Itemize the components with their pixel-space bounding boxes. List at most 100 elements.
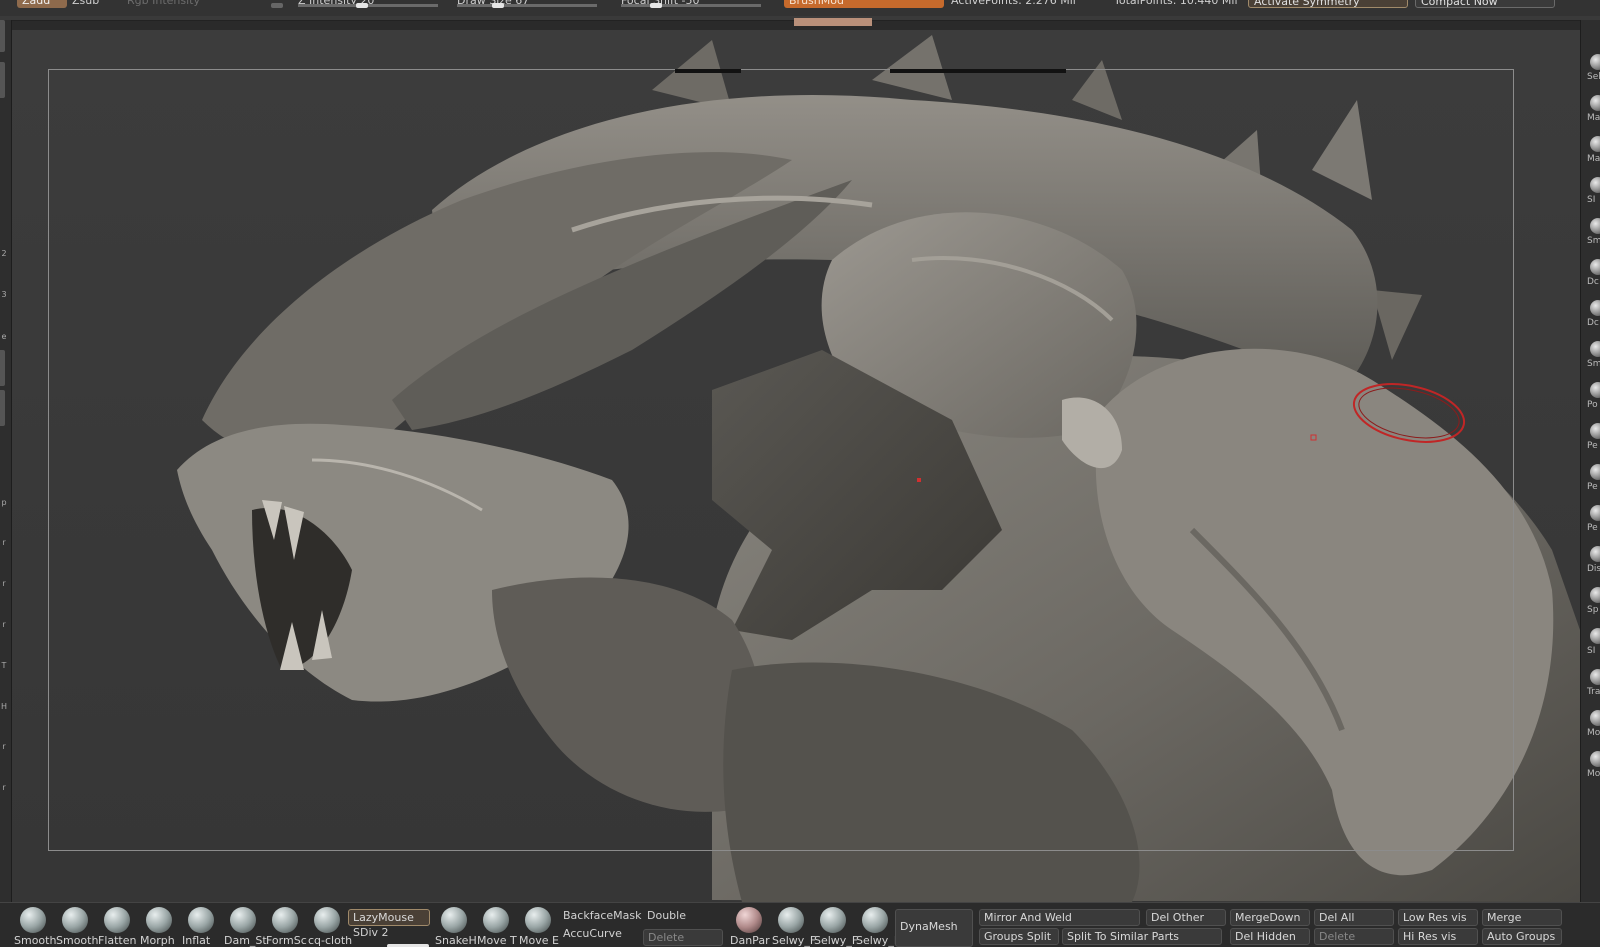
brush-slot[interactable]: Inflat bbox=[180, 907, 222, 947]
brush-slot[interactable]: Flatten bbox=[96, 907, 138, 947]
brush-label: Selwy_F bbox=[772, 934, 816, 947]
left-tray-char: H bbox=[0, 702, 7, 711]
z-intensity-knob[interactable] bbox=[356, 3, 368, 8]
left-tray[interactable]: 2 3 e p r r r T H r r bbox=[0, 20, 12, 902]
sphere-icon[interactable] bbox=[1590, 54, 1600, 70]
zsub-button[interactable]: Zsub bbox=[72, 0, 99, 8]
selwy-brush-icon bbox=[820, 907, 846, 933]
left-tray-char: e bbox=[1, 332, 7, 341]
right-shelf: Sel Ma Ma SI Sm Dc Dc Sm Po Pe Pe Pe Dis Sp SI Tra Mo Mo bbox=[1580, 20, 1600, 902]
canvas-viewport[interactable] bbox=[12, 30, 1580, 902]
brush-slot[interactable]: FormSc bbox=[264, 907, 307, 947]
del-all-button[interactable]: Del All bbox=[1314, 909, 1394, 926]
brush-slot[interactable]: Smooth bbox=[54, 907, 98, 947]
sphere-icon[interactable] bbox=[1590, 423, 1600, 439]
brush-slot[interactable]: Move T bbox=[475, 907, 517, 947]
compact-now-button[interactable]: Compact Now bbox=[1415, 0, 1555, 8]
brush-label: Move E bbox=[519, 934, 559, 947]
brush-slot[interactable]: cq-cloth bbox=[306, 907, 352, 947]
left-tray-tab[interactable] bbox=[0, 62, 5, 98]
selwy-brush-icon bbox=[778, 907, 804, 933]
draw-size-track[interactable] bbox=[457, 4, 597, 7]
focal-shift-track[interactable] bbox=[621, 4, 761, 7]
rgb-intensity-knob[interactable] bbox=[271, 3, 283, 8]
sphere-icon[interactable] bbox=[1590, 505, 1600, 521]
sphere-icon[interactable] bbox=[1590, 218, 1600, 234]
formsculpt-brush-icon bbox=[272, 907, 298, 933]
merge-button[interactable]: Merge bbox=[1482, 909, 1562, 926]
dynamesh-button[interactable]: DynaMesh bbox=[895, 909, 973, 947]
brush-slot[interactable]: DanPar bbox=[728, 907, 770, 947]
sphere-icon[interactable] bbox=[1590, 751, 1600, 767]
draw-size-knob[interactable] bbox=[492, 3, 504, 8]
active-points-readout: ActivePoints: 2.276 Mil bbox=[951, 0, 1076, 7]
sphere-icon[interactable] bbox=[1590, 95, 1600, 111]
z-intensity-track[interactable] bbox=[298, 4, 438, 7]
sphere-icon[interactable] bbox=[1590, 669, 1600, 685]
hi-res-vis-button[interactable]: Hi Res vis bbox=[1398, 928, 1478, 945]
sphere-icon[interactable] bbox=[1590, 177, 1600, 193]
low-res-vis-button[interactable]: Low Res vis bbox=[1398, 909, 1478, 926]
brush-slot[interactable]: Smooth bbox=[12, 907, 56, 947]
right-shelf-label: Pe bbox=[1587, 482, 1598, 492]
sphere-icon[interactable] bbox=[1590, 136, 1600, 152]
left-tray-tab[interactable] bbox=[0, 350, 5, 386]
brush-slot[interactable]: Selwy_F bbox=[770, 907, 816, 947]
sphere-icon[interactable] bbox=[1590, 341, 1600, 357]
delete-button[interactable]: Delete bbox=[643, 929, 723, 946]
brush-slot[interactable]: Selwy_F bbox=[854, 907, 900, 947]
brush-slot[interactable]: Morph bbox=[138, 907, 180, 947]
sphere-icon[interactable] bbox=[1590, 587, 1600, 603]
sphere-icon[interactable] bbox=[1590, 710, 1600, 726]
sphere-icon[interactable] bbox=[1590, 300, 1600, 316]
right-shelf-label: Po bbox=[1587, 400, 1598, 410]
sphere-icon[interactable] bbox=[1590, 628, 1600, 644]
brush-label: cq-cloth bbox=[308, 934, 352, 947]
right-shelf-label: Sel bbox=[1587, 72, 1600, 82]
sphere-icon[interactable] bbox=[1590, 546, 1600, 562]
right-shelf-label: Sp bbox=[1587, 605, 1599, 615]
sphere-icon[interactable] bbox=[1590, 382, 1600, 398]
sphere-icon[interactable] bbox=[1590, 259, 1600, 275]
right-shelf-label: Dc bbox=[1587, 277, 1599, 287]
double-toggle[interactable]: Double bbox=[647, 909, 686, 922]
del-hidden-button[interactable]: Del Hidden bbox=[1230, 928, 1310, 945]
mirror-and-weld-button[interactable]: Mirror And Weld bbox=[979, 909, 1140, 926]
brush-label: Smooth bbox=[14, 934, 57, 947]
brush-label: SnakeH bbox=[435, 934, 477, 947]
groups-split-button[interactable]: Groups Split bbox=[979, 928, 1059, 945]
rgb-intensity-slider[interactable]: Rgb Intensity bbox=[127, 0, 200, 8]
brush-name-display[interactable]: BrushMod bbox=[784, 0, 944, 8]
right-shelf-label: Pe bbox=[1587, 441, 1598, 451]
right-shelf-label: Mo bbox=[1587, 769, 1600, 779]
sdiv-slider[interactable]: SDiv 2 bbox=[353, 926, 389, 939]
zadd-button[interactable]: Zadd bbox=[17, 0, 67, 8]
focal-shift-knob[interactable] bbox=[650, 3, 662, 8]
lazymouse-button[interactable]: LazyMouse bbox=[348, 909, 430, 926]
brush-slot[interactable]: SnakeH bbox=[433, 907, 477, 947]
brush-slot[interactable]: Dam_St bbox=[222, 907, 267, 947]
brush-label: Inflat bbox=[182, 934, 211, 947]
danpar-brush-icon bbox=[736, 907, 762, 933]
brush-label: DanPar bbox=[730, 934, 770, 947]
del-other-button[interactable]: Del Other bbox=[1146, 909, 1226, 926]
merge-down-button[interactable]: MergeDown bbox=[1230, 909, 1310, 926]
delete-subtool-button[interactable]: Delete bbox=[1314, 928, 1394, 945]
move-elastic-brush-icon bbox=[525, 907, 551, 933]
left-tray-char: r bbox=[2, 783, 6, 792]
right-shelf-label: SI bbox=[1587, 646, 1596, 656]
morph-brush-icon bbox=[146, 907, 172, 933]
frame-notch bbox=[675, 69, 741, 73]
accucurve-toggle[interactable]: AccuCurve bbox=[563, 927, 622, 940]
snakehook-brush-icon bbox=[441, 907, 467, 933]
brush-slot[interactable]: Selwy_F bbox=[812, 907, 858, 947]
sphere-icon[interactable] bbox=[1590, 464, 1600, 480]
auto-groups-button[interactable]: Auto Groups bbox=[1482, 928, 1562, 945]
split-similar-parts-button[interactable]: Split To Similar Parts bbox=[1062, 928, 1222, 945]
brush-slot[interactable]: Move E bbox=[517, 907, 559, 947]
left-tray-tab[interactable] bbox=[0, 20, 5, 52]
right-shelf-label: Ma bbox=[1587, 154, 1600, 164]
left-tray-tab[interactable] bbox=[0, 390, 5, 426]
activate-symmetry-button[interactable]: Activate Symmetry bbox=[1248, 0, 1408, 8]
backfacemask-toggle[interactable]: BackfaceMask bbox=[563, 909, 641, 922]
